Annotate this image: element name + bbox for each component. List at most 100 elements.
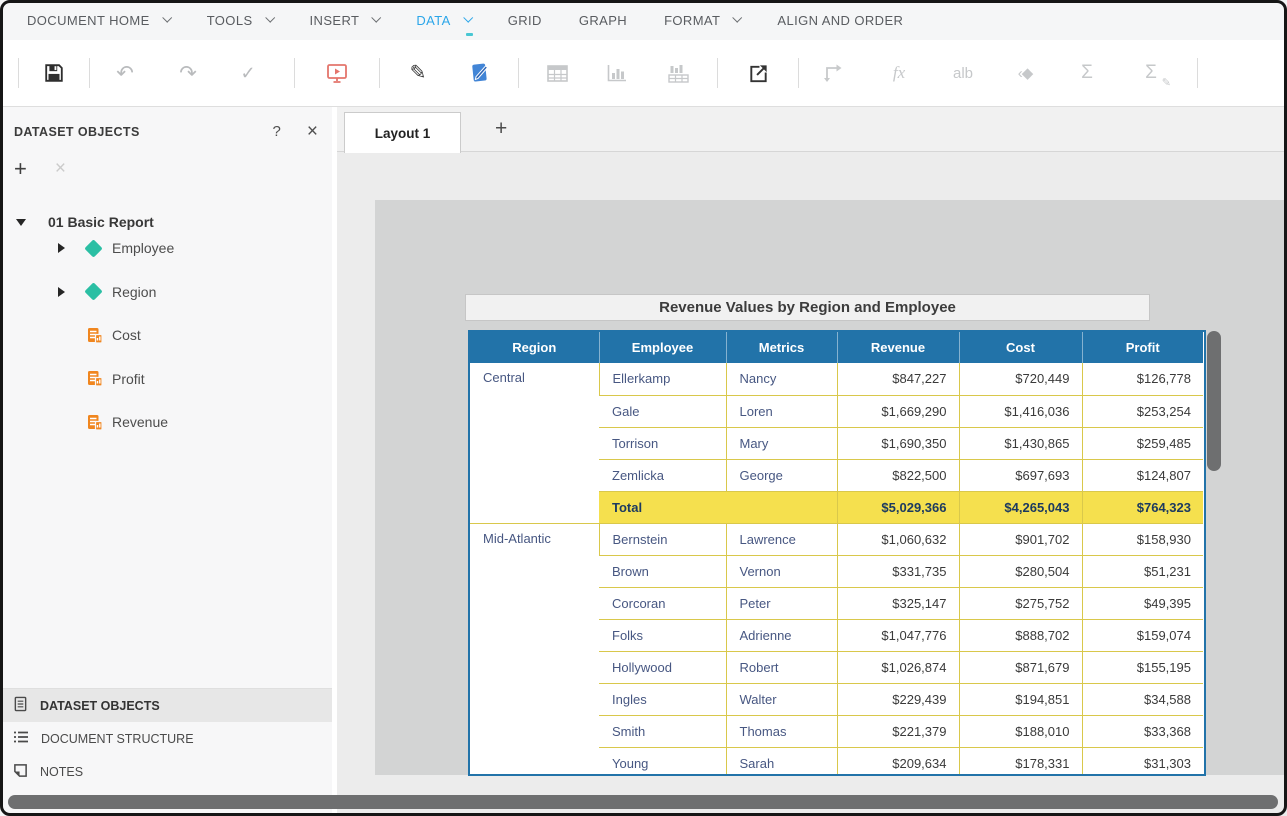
profit-cell[interactable]: $126,778 (1082, 363, 1203, 395)
revenue-cell[interactable]: $822,500 (837, 459, 959, 491)
add-layout-button[interactable]: + (495, 117, 507, 141)
revenue-cell[interactable]: $221,379 (837, 715, 959, 747)
grid-vertical-scrollbar[interactable] (1207, 331, 1221, 471)
cost-cell[interactable]: $720,449 (959, 363, 1082, 395)
menu-item-tools[interactable]: TOOLS (207, 13, 273, 28)
employee-cell[interactable]: Corcoran (599, 587, 726, 619)
revenue-cell[interactable]: $331,735 (837, 555, 959, 587)
presentation-mode-button[interactable] (325, 59, 349, 87)
expand-arrow-icon[interactable] (58, 243, 65, 253)
column-header-metrics[interactable]: Metrics (726, 332, 837, 363)
revenue-cell[interactable]: $1,047,776 (837, 619, 959, 651)
panel-splitter[interactable] (332, 107, 337, 816)
revenue-cell[interactable]: $1,669,290 (837, 395, 959, 427)
metrics-cell[interactable]: Thomas (726, 715, 837, 747)
cost-cell[interactable]: $178,331 (959, 747, 1082, 776)
employee-cell[interactable]: Smith (599, 715, 726, 747)
insert-formula-button[interactable]: fx (887, 59, 911, 87)
total-value-cell[interactable]: $5,029,366 (837, 491, 959, 523)
menu-item-data[interactable]: DATA (416, 13, 470, 28)
tree-item-employee[interactable]: Employee (0, 235, 332, 261)
tree-root-row[interactable]: 01 Basic Report (16, 214, 332, 230)
cost-cell[interactable]: $275,752 (959, 587, 1082, 619)
metrics-cell[interactable]: Robert (726, 651, 837, 683)
revenue-cell[interactable]: $1,690,350 (837, 427, 959, 459)
sidebar-tab-document-structure[interactable]: DOCUMENT STRUCTURE (0, 722, 332, 755)
column-header-employee[interactable]: Employee (599, 332, 726, 363)
cost-cell[interactable]: $1,416,036 (959, 395, 1082, 427)
cost-cell[interactable]: $697,693 (959, 459, 1082, 491)
total-value-cell[interactable]: $4,265,043 (959, 491, 1082, 523)
tree-item-profit[interactable]: Profit (0, 366, 332, 392)
menu-item-grid[interactable]: GRID (508, 13, 542, 28)
employee-cell[interactable]: Torrison (599, 427, 726, 459)
profit-cell[interactable]: $159,074 (1082, 619, 1203, 651)
menu-item-document-home[interactable]: DOCUMENT HOME (27, 13, 170, 28)
employee-cell[interactable]: Ellerkamp (599, 363, 726, 395)
tree-item-revenue[interactable]: Revenue (0, 409, 332, 435)
revenue-cell[interactable]: $229,439 (837, 683, 959, 715)
employee-cell[interactable]: Hollywood (599, 651, 726, 683)
profit-cell[interactable]: $155,195 (1082, 651, 1203, 683)
sidebar-tab-dataset-objects[interactable]: DATASET OBJECTS (0, 689, 332, 722)
employee-cell[interactable]: Ingles (599, 683, 726, 715)
column-header-revenue[interactable]: Revenue (837, 332, 959, 363)
cost-cell[interactable]: $1,430,865 (959, 427, 1082, 459)
insert-selector-button[interactable]: ‹◆ (1013, 59, 1037, 87)
column-header-cost[interactable]: Cost (959, 332, 1082, 363)
menu-item-graph[interactable]: GRAPH (579, 13, 627, 28)
save-button[interactable] (42, 59, 66, 87)
insert-text-button[interactable]: alb (951, 59, 975, 87)
metrics-cell[interactable]: Vernon (726, 555, 837, 587)
revenue-cell[interactable]: $1,026,874 (837, 651, 959, 683)
cost-cell[interactable]: $871,679 (959, 651, 1082, 683)
metrics-cell[interactable]: Lawrence (726, 523, 837, 555)
region-cell[interactable]: Mid-Atlantic (470, 523, 599, 776)
profit-cell[interactable]: $259,485 (1082, 427, 1203, 459)
metrics-cell[interactable]: Walter (726, 683, 837, 715)
metrics-cell[interactable]: Nancy (726, 363, 837, 395)
apply-button[interactable]: ✓ (236, 59, 260, 87)
column-header-profit[interactable]: Profit (1082, 332, 1203, 363)
insert-derived-metric-button[interactable]: Σ ✎ (1139, 59, 1163, 87)
menu-item-insert[interactable]: INSERT (310, 13, 380, 28)
profit-cell[interactable]: $31,303 (1082, 747, 1203, 776)
insert-metric-button[interactable]: Σ (1075, 59, 1099, 87)
profit-cell[interactable]: $34,588 (1082, 683, 1203, 715)
employee-cell[interactable]: Zemlicka (599, 459, 726, 491)
total-label-cell[interactable]: Total (599, 491, 837, 523)
cost-cell[interactable]: $280,504 (959, 555, 1082, 587)
redo-button[interactable]: ↷ (176, 59, 200, 87)
cost-cell[interactable]: $188,010 (959, 715, 1082, 747)
insert-grid-graph-button[interactable] (666, 59, 690, 87)
revenue-cell[interactable]: $847,227 (837, 363, 959, 395)
sidebar-tab-notes[interactable]: NOTES (0, 755, 332, 788)
profit-cell[interactable]: $33,368 (1082, 715, 1203, 747)
edit-pencil-button[interactable]: ✎ (406, 59, 430, 87)
undo-button[interactable]: ↶ (113, 59, 137, 87)
profit-cell[interactable]: $51,231 (1082, 555, 1203, 587)
cost-cell[interactable]: $888,702 (959, 619, 1082, 651)
revenue-cell[interactable]: $325,147 (837, 587, 959, 619)
column-header-region[interactable]: Region (470, 332, 599, 363)
profit-cell[interactable]: $253,254 (1082, 395, 1203, 427)
expand-arrow-icon[interactable] (58, 287, 65, 297)
tab-layout-1[interactable]: Layout 1 (344, 112, 461, 153)
group-arrow-button[interactable] (821, 59, 845, 87)
metrics-cell[interactable]: Mary (726, 427, 837, 459)
tree-item-cost[interactable]: Cost (0, 322, 332, 348)
edit-note-button[interactable] (468, 59, 492, 87)
total-value-cell[interactable]: $764,323 (1082, 491, 1203, 523)
collapse-arrow-icon[interactable] (16, 219, 26, 226)
employee-cell[interactable]: Brown (599, 555, 726, 587)
revenue-cell[interactable]: $209,634 (837, 747, 959, 776)
insert-graph-button[interactable] (605, 59, 629, 87)
revenue-cell[interactable]: $1,060,632 (837, 523, 959, 555)
insert-grid-button[interactable] (545, 59, 569, 87)
remove-dataset-button[interactable]: × (55, 160, 66, 178)
grid-report[interactable]: RegionEmployeeMetricsRevenueCostProfitCe… (468, 330, 1206, 776)
profit-cell[interactable]: $49,395 (1082, 587, 1203, 619)
grid-title[interactable]: Revenue Values by Region and Employee (465, 294, 1150, 321)
employee-cell[interactable]: Folks (599, 619, 726, 651)
metrics-cell[interactable]: Adrienne (726, 619, 837, 651)
